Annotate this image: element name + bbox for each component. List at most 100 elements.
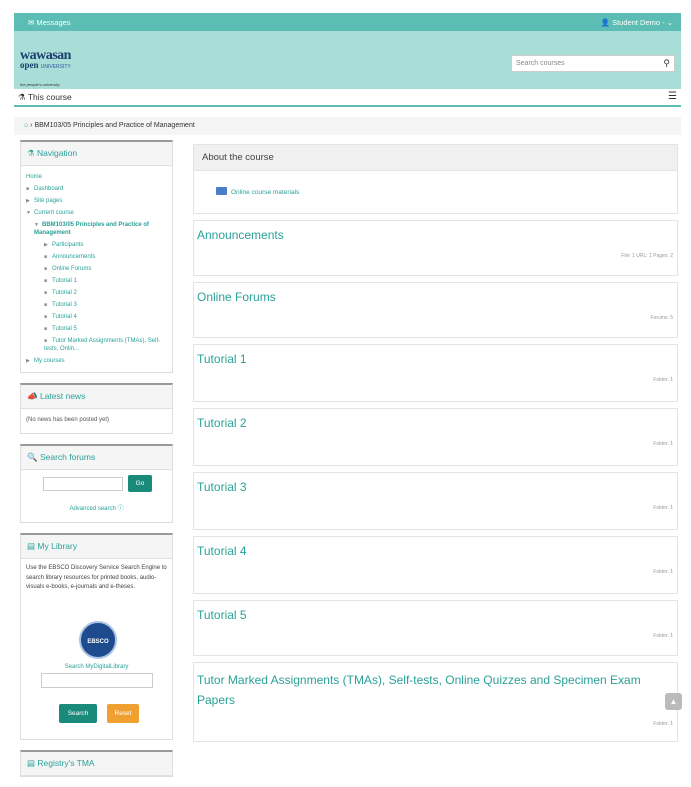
nav-item[interactable]: ■ Tutorial 2: [26, 287, 167, 299]
home-icon[interactable]: ⌂: [24, 122, 28, 129]
nav-current-course[interactable]: ▼ Current course: [26, 207, 167, 219]
section-title[interactable]: Tutorial 3: [194, 473, 677, 494]
registry-tma-block: ▤ Registry's TMA: [20, 750, 173, 777]
nav-item[interactable]: ■ Tutorial 1: [26, 275, 167, 287]
section-title[interactable]: Online Forums: [194, 283, 677, 304]
logo-line2: open UNIVERSITY: [20, 61, 71, 70]
about-course-section: About the course Online course materials: [193, 144, 678, 214]
section-meta: File: 1 URL: 1 Pages: 2: [621, 253, 673, 259]
section-meta: Folder: 1: [653, 721, 673, 727]
nav-item-label: Tutor Marked Assignments (TMAs), Self-te…: [44, 338, 161, 352]
registry-tma-title: ▤ Registry's TMA: [21, 752, 172, 776]
about-course-title: About the course: [194, 145, 677, 171]
library-search-input[interactable]: [41, 673, 153, 688]
section-meta: Folder: 1: [653, 441, 673, 447]
nav-item[interactable]: ■ Tutorial 3: [26, 299, 167, 311]
section-title[interactable]: Tutorial 4: [194, 537, 677, 558]
section-title[interactable]: Tutorial 1: [194, 345, 677, 366]
about-course-body: Online course materials: [194, 171, 677, 213]
nav-item[interactable]: ▶ Participants: [26, 239, 167, 251]
messages-label: Messages: [36, 18, 71, 27]
library-description: Use the EBSCO Discovery Service Search E…: [26, 565, 167, 590]
nav-my-courses[interactable]: ▶ My courses: [26, 355, 167, 367]
latest-news-body: (No news has been posted yet): [21, 409, 172, 433]
my-library-block: ▤ My Library Use the EBSCO Discovery Ser…: [20, 533, 173, 740]
advanced-search-link[interactable]: Advanced search ⓘ: [21, 503, 172, 512]
navigation-title-text: Navigation: [36, 148, 78, 158]
my-library-body: Use the EBSCO Discovery Service Search E…: [21, 559, 172, 739]
course-section: Tutorial 4 Folder: 1: [193, 536, 678, 594]
section-title[interactable]: Announcements: [194, 221, 677, 242]
left-sidebar: ⚗ Navigation Home ■ Dashboard ▶ Site pages…: [20, 140, 173, 787]
this-course-label: This course: [27, 92, 72, 102]
nav-dashboard[interactable]: ■ Dashboard: [26, 183, 167, 195]
logo-open: open: [20, 60, 39, 70]
ebsco-logo: EBSCO: [79, 621, 117, 659]
library-search-button[interactable]: Search: [59, 704, 97, 723]
search-forums-title: 🔍 Search forums: [21, 446, 172, 470]
section-meta: Folder: 1: [653, 569, 673, 575]
search-courses-input[interactable]: Search courses ⚲: [511, 55, 675, 72]
latest-news-title: 📣 Latest news: [21, 385, 172, 409]
course-section: Tutorial 1 Folder: 1: [193, 344, 678, 402]
nav-item[interactable]: ■ Tutor Marked Assignments (TMAs), Self-t…: [26, 335, 167, 355]
nav-item-label: Announcements: [52, 254, 96, 260]
online-course-materials-link[interactable]: Online course materials: [216, 187, 299, 196]
nav-site-pages[interactable]: ▶ Site pages: [26, 195, 167, 207]
nav-item-label: Online Forums: [52, 266, 92, 272]
nav-item-label: Participants: [52, 242, 84, 248]
library-search-label: Search MyDigitalLibrary: [64, 664, 129, 670]
navigation-block: ⚗ Navigation Home ■ Dashboard ▶ Site pages…: [20, 140, 173, 373]
latest-news-block: 📣 Latest news (No news has been posted y…: [20, 383, 173, 434]
nav-item-label: Tutorial 5: [52, 326, 77, 332]
main-content: About the course Online course materials…: [193, 144, 678, 748]
logo-tagline: the people's university: [20, 82, 60, 87]
search-forums-body: Go Advanced search ⓘ: [21, 470, 172, 522]
section-title[interactable]: Tutorial 2: [194, 409, 677, 430]
section-title[interactable]: Tutorial 5: [194, 601, 677, 622]
menu-toggle-icon[interactable]: ☰: [668, 91, 677, 102]
my-library-title: ▤ My Library: [21, 535, 172, 559]
my-library-title-text: My Library: [37, 541, 78, 551]
navigation-title: ⚗ Navigation: [21, 142, 172, 166]
nav-item[interactable]: ■ Tutorial 4: [26, 311, 167, 323]
nav-course-name[interactable]: ▼ BBM103/05 Principles and Practice of Ma…: [26, 219, 167, 239]
nav-current-course-label: Current course: [34, 210, 74, 216]
course-section: Tutor Marked Assignments (TMAs), Self-te…: [193, 662, 678, 742]
course-section: Tutorial 5 Folder: 1: [193, 600, 678, 656]
library-reset-button[interactable]: Reset: [107, 704, 139, 723]
nav-item-label: Tutorial 4: [52, 314, 77, 320]
logo[interactable]: wawasan open UNIVERSITY the people's uni…: [20, 49, 71, 87]
breadcrumb: ⌂ › BBM103/05 Principles and Practice of…: [14, 117, 681, 135]
nav-item[interactable]: ■ Online Forums: [26, 263, 167, 275]
navigation-body: Home ■ Dashboard ▶ Site pages ▼ Current cou…: [21, 166, 172, 372]
section-meta: Folder: 1: [653, 505, 673, 511]
nav-item-label: Tutorial 3: [52, 302, 77, 308]
search-forums-block: 🔍 Search forums Go Advanced search ⓘ: [20, 444, 173, 523]
user-menu[interactable]: 👤 Student Demo - ⌄: [601, 18, 673, 27]
nav-item[interactable]: ■ Announcements: [26, 251, 167, 263]
course-section: Announcements File: 1 URL: 1 Pages: 2: [193, 220, 678, 276]
messages-link[interactable]: ✉ Messages: [28, 18, 71, 27]
course-bar: ⚗ This course ☰: [14, 89, 681, 107]
scroll-to-top-icon[interactable]: ▲: [665, 693, 682, 710]
search-icon[interactable]: ⚲: [663, 58, 670, 69]
search-forums-input[interactable]: [43, 477, 123, 491]
latest-news-title-text: Latest news: [39, 391, 86, 401]
top-bar: ✉ Messages 👤 Student Demo - ⌄: [14, 13, 681, 31]
nav-site-pages-label: Site pages: [34, 198, 63, 204]
registry-tma-title-text: Registry's TMA: [37, 758, 95, 768]
help-icon[interactable]: ⓘ: [118, 506, 124, 512]
this-course-menu[interactable]: ⚗ This course: [18, 92, 72, 103]
nav-course-name-label: BBM103/05 Principles and Practice of Man…: [34, 222, 150, 236]
nav-item[interactable]: ■ Tutorial 5: [26, 323, 167, 335]
online-course-materials-label: Online course materials: [231, 189, 300, 196]
go-button[interactable]: Go: [128, 475, 152, 492]
section-title[interactable]: Tutor Marked Assignments (TMAs), Self-te…: [194, 663, 677, 710]
breadcrumb-course[interactable]: BBM103/05 Principles and Practice of Man…: [34, 122, 194, 129]
logo-university: UNIVERSITY: [40, 64, 71, 70]
nav-home[interactable]: Home: [26, 171, 167, 183]
advanced-search-label: Advanced search: [69, 506, 116, 512]
section-meta: Forums: 5: [650, 315, 673, 321]
user-name: Student Demo -: [612, 18, 665, 27]
